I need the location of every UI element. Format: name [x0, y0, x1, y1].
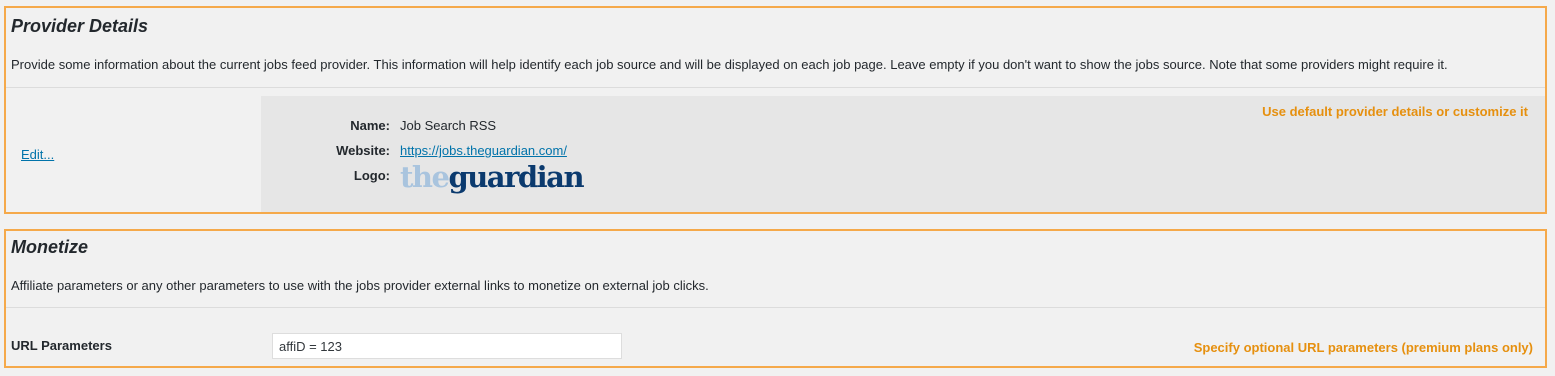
name-value: Job Search RSS [400, 118, 497, 133]
monetize-description: Affiliate parameters or any other parame… [11, 278, 709, 293]
provider-details-description: Provide some information about the curre… [11, 57, 1448, 72]
monetize-title: Monetize [11, 237, 89, 257]
divider [6, 87, 1545, 88]
name-label: Name: [350, 118, 390, 133]
url-parameters-label: URL Parameters [11, 338, 112, 353]
logo-label: Logo: [353, 168, 390, 183]
monetize-hint: Specify optional URL parameters (premium… [1193, 340, 1533, 355]
website-link[interactable]: https://jobs.theguardian.com/ [400, 143, 567, 158]
monetize-section: Monetize Affiliate parameters or any oth… [4, 229, 1547, 368]
provider-details-title: Provider Details [11, 16, 149, 36]
divider [6, 307, 1545, 308]
url-parameters-input[interactable] [272, 333, 622, 359]
website-label: Website: [336, 143, 390, 158]
logo-text-guardian: guardian [448, 160, 584, 194]
guardian-logo: theguardian [400, 160, 585, 194]
edit-provider-link[interactable]: Edit... [21, 147, 54, 162]
provider-details-section: Provider Details Provide some informatio… [4, 6, 1547, 214]
logo-text-the: the [400, 160, 450, 194]
provider-hint: Use default provider details or customiz… [1262, 104, 1528, 119]
